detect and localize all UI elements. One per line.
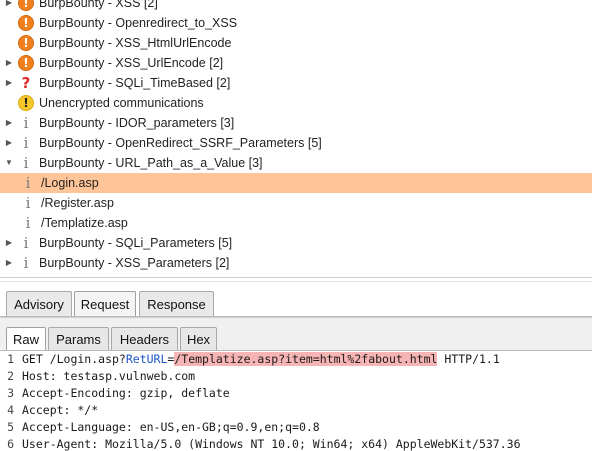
tree-row-content: i/Register.asp bbox=[20, 193, 114, 213]
info-letter-grey-icon: i bbox=[25, 174, 31, 192]
tree-row-label: BurpBounty - IDOR_parameters [3] bbox=[39, 116, 235, 130]
tree-row-label: BurpBounty - XSS_HtmlUrlEncode bbox=[39, 36, 232, 50]
tree-row-label: BurpBounty - XSS_Parameters [2] bbox=[39, 256, 230, 270]
line-number: 3 bbox=[7, 386, 14, 400]
raw-request-editor[interactable]: 1 GET /Login.asp?RetURL=/Templatize.asp?i… bbox=[0, 351, 592, 451]
request-line-5: 5 Accept-Language: en-US,en-GB;q=0.9,en;q… bbox=[0, 419, 592, 436]
tree-row-content: ▶! BurpBounty - XSS_UrlEncode [2] bbox=[3, 53, 223, 73]
param-name: RetURL bbox=[125, 352, 168, 366]
tree-row-content: ▶ i BurpBounty - IDOR_parameters [3] bbox=[3, 113, 234, 133]
view-tabbar: Raw Params Headers Hex bbox=[0, 323, 592, 351]
tree-row-content: ▶? BurpBounty - SQLi_TimeBased [2] bbox=[3, 73, 230, 93]
tab-response[interactable]: Response bbox=[139, 291, 214, 316]
request-header: User-Agent: Mozilla/5.0 (Windows NT 10.0… bbox=[22, 437, 521, 451]
tree-row-content: ▶! BurpBounty - XSS [2] bbox=[3, 0, 158, 13]
tree-row-label: BurpBounty - OpenRedirect_SSRF_Parameter… bbox=[39, 136, 322, 150]
info-letter-grey-icon: i bbox=[23, 234, 29, 252]
tree-row-label: BurpBounty - XSS_UrlEncode [2] bbox=[39, 56, 224, 70]
request-line-3: 3 Accept-Encoding: gzip, deflate bbox=[0, 385, 592, 402]
tree-issue-row[interactable]: ▶! BurpBounty - XSS [2] bbox=[0, 0, 592, 13]
expand-triangle-icon[interactable]: ▶ bbox=[3, 53, 15, 73]
exclamation-circle-orange-icon: ! bbox=[18, 15, 34, 31]
info-letter-grey-icon: i bbox=[23, 114, 29, 132]
info-letter-grey-icon: i bbox=[23, 254, 29, 272]
tree-row-content: ▶!BurpBounty - Openredirect_to_XSS bbox=[3, 13, 237, 33]
request-header: Accept-Language: en-US,en-GB;q=0.9,en;q=… bbox=[22, 420, 320, 434]
expand-triangle-icon[interactable]: ▶ bbox=[3, 113, 15, 133]
tree-row-content: i/Login.asp bbox=[20, 173, 99, 193]
tree-issue-row[interactable]: ▶!BurpBounty - Openredirect_to_XSS bbox=[0, 13, 592, 33]
tree-child-row[interactable]: i/Register.asp bbox=[0, 193, 592, 213]
tree-row-label: BurpBounty - URL_Path_as_a_Value [3] bbox=[39, 156, 263, 170]
tree-row-content: i/Templatize.asp bbox=[20, 213, 128, 233]
exclamation-circle-orange-icon: ! bbox=[18, 55, 34, 71]
tree-issue-row[interactable]: ▶!Unencrypted communications bbox=[0, 93, 592, 113]
request-header: Host: testasp.vulnweb.com bbox=[22, 369, 196, 383]
issue-tree: ▶! BurpBounty - XSS [2] ▶! BurpBounty - Ope… bbox=[0, 0, 592, 273]
tree-row-content: ▶!BurpBounty - XSS_HtmlUrlEncode bbox=[3, 33, 231, 53]
tree-row-label: BurpBounty - Openredirect_to_XSS bbox=[39, 16, 238, 30]
exclamation-circle-orange-icon: ! bbox=[18, 35, 34, 51]
tree-row-label: /Login.asp bbox=[41, 176, 99, 190]
tree-row-content: ▶ i BurpBounty - XSS_Parameters [2] bbox=[3, 253, 229, 273]
request-line-1: 1 GET /Login.asp?RetURL=/Templatize.asp?i… bbox=[0, 351, 592, 368]
tab-headers[interactable]: Headers bbox=[111, 327, 178, 351]
tree-row-label: BurpBounty - XSS [2] bbox=[39, 0, 158, 10]
tree-issue-row[interactable]: ▶ i BurpBounty - SQLi_Parameters [5] bbox=[0, 233, 592, 253]
tab-params[interactable]: Params bbox=[48, 327, 109, 351]
request-line-2: 2 Host: testasp.vulnweb.com bbox=[0, 368, 592, 385]
expand-triangle-icon[interactable]: ▶ bbox=[3, 233, 15, 253]
tree-row-content: ▶!Unencrypted communications bbox=[3, 93, 204, 113]
tab-request[interactable]: Request bbox=[74, 291, 136, 317]
payload-highlight: /Templatize.asp?item=html%2fabout.html bbox=[174, 352, 438, 366]
tree-row-content: ▶ i BurpBounty - OpenRedirect_SSRF_Paramet… bbox=[3, 133, 322, 153]
tree-issue-row[interactable]: ▶! BurpBounty - XSS_UrlEncode [2] bbox=[0, 53, 592, 73]
tree-row-label: /Templatize.asp bbox=[41, 216, 128, 230]
line-number: 5 bbox=[7, 420, 14, 434]
split-divider[interactable] bbox=[0, 277, 592, 278]
tab-raw[interactable]: Raw bbox=[6, 327, 46, 351]
tab-hex[interactable]: Hex bbox=[180, 327, 217, 351]
line-number: 4 bbox=[7, 403, 14, 417]
request-line-4: 4 Accept: */* bbox=[0, 402, 592, 419]
expand-triangle-icon[interactable]: ▶ bbox=[3, 253, 15, 273]
line-number: 2 bbox=[7, 369, 14, 383]
tree-child-row[interactable]: i/Login.asp bbox=[0, 173, 592, 193]
expand-triangle-icon[interactable]: ▶ bbox=[3, 73, 15, 93]
collapse-triangle-icon[interactable]: ▼ bbox=[3, 153, 15, 173]
request-header: Accept: */* bbox=[22, 403, 99, 417]
tree-row-label: /Register.asp bbox=[41, 196, 114, 210]
tree-child-row[interactable]: i/Templatize.asp bbox=[0, 213, 592, 233]
tab-advisory[interactable]: Advisory bbox=[6, 291, 72, 316]
tree-issue-row[interactable]: ▶!BurpBounty - XSS_HtmlUrlEncode bbox=[0, 33, 592, 53]
tree-issue-row[interactable]: ▶ i BurpBounty - IDOR_parameters [3] bbox=[0, 113, 592, 133]
line-number: 1 bbox=[7, 352, 14, 366]
request-panel: Raw Params Headers Hex 1 GET /Login.asp?R… bbox=[0, 317, 592, 451]
detail-tabbar: Advisory Request Response bbox=[0, 287, 592, 317]
tree-issue-row[interactable]: ▶? BurpBounty - SQLi_TimeBased [2] bbox=[0, 73, 592, 93]
expand-triangle-icon[interactable]: ▶ bbox=[3, 0, 15, 13]
tree-row-content: ▼ i BurpBounty - URL_Path_as_a_Value [3] bbox=[3, 153, 263, 173]
http-version: HTTP/1.1 bbox=[437, 352, 500, 366]
question-mark-red-icon: ? bbox=[21, 74, 31, 92]
tree-issue-row[interactable]: ▼ i BurpBounty - URL_Path_as_a_Value [3] bbox=[0, 153, 592, 173]
request-method-path: GET /Login.asp? bbox=[22, 352, 126, 366]
info-letter-grey-icon: i bbox=[25, 194, 31, 212]
tree-row-content: ▶ i BurpBounty - SQLi_Parameters [5] bbox=[3, 233, 232, 253]
tree-row-label: Unencrypted communications bbox=[39, 96, 204, 110]
request-line-6: 6 User-Agent: Mozilla/5.0 (Windows NT 10.… bbox=[0, 436, 592, 451]
info-letter-grey-icon: i bbox=[23, 154, 29, 172]
exclamation-circle-orange-icon: ! bbox=[18, 0, 34, 11]
tree-row-label: BurpBounty - SQLi_TimeBased [2] bbox=[39, 76, 231, 90]
split-divider-shadow bbox=[0, 281, 592, 282]
info-letter-grey-icon: i bbox=[25, 214, 31, 232]
tree-row-label: BurpBounty - SQLi_Parameters [5] bbox=[39, 236, 233, 250]
info-letter-grey-icon: i bbox=[23, 134, 29, 152]
request-header: Accept-Encoding: gzip, deflate bbox=[22, 386, 230, 400]
expand-triangle-icon[interactable]: ▶ bbox=[3, 133, 15, 153]
exclamation-circle-yellow-icon: ! bbox=[18, 95, 34, 111]
tree-issue-row[interactable]: ▶ i BurpBounty - OpenRedirect_SSRF_Paramet… bbox=[0, 133, 592, 153]
line-number: 6 bbox=[7, 437, 14, 451]
tree-issue-row[interactable]: ▶ i BurpBounty - XSS_Parameters [2] bbox=[0, 253, 592, 273]
